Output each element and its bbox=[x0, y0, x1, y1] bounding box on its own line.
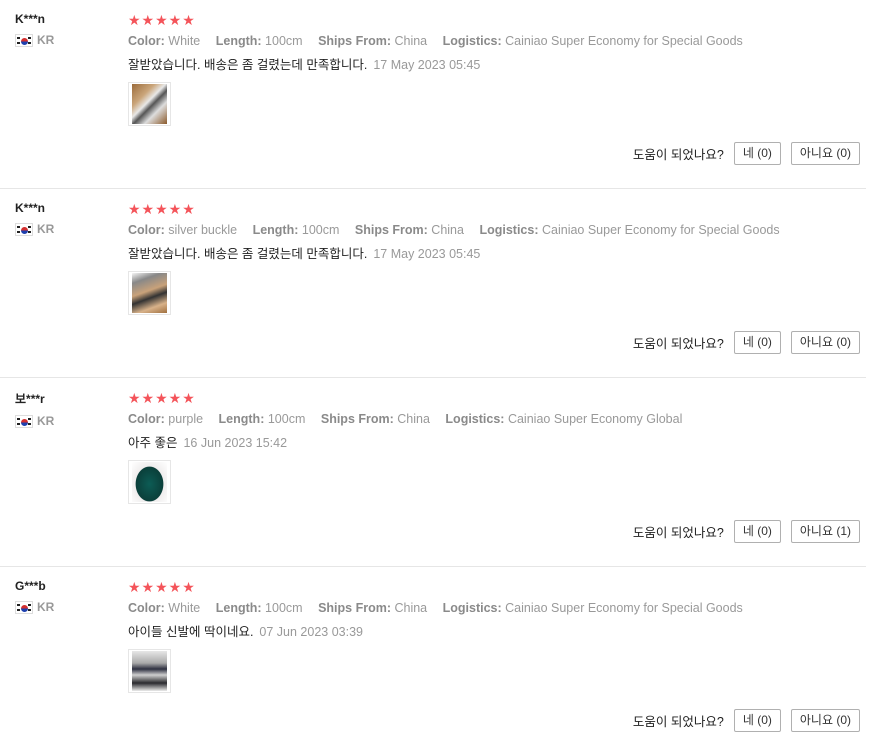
review-text: 아주 좋은 16 Jun 2023 15:42 bbox=[128, 432, 860, 451]
attr-length: Length: 100cm bbox=[215, 34, 303, 48]
review-content: ★★★★★ Color: purple Length: 100cm Ships … bbox=[128, 390, 860, 504]
review-date: 07 Jun 2023 03:39 bbox=[259, 625, 363, 639]
korea-flag-icon bbox=[15, 414, 33, 428]
helpful-section: 도움이 되었나요? 네 (0) 아니요 (0) bbox=[633, 331, 860, 354]
sku-attributes: Color: White Length: 100cm Ships From: C… bbox=[128, 601, 860, 615]
attr-ships-from: Ships From: China bbox=[318, 601, 428, 615]
review-body: 잘받았습니다. 배송은 좀 걸렸는데 만족합니다. bbox=[128, 247, 368, 261]
reviewer-country: KR bbox=[15, 600, 115, 614]
review-photo[interactable] bbox=[128, 460, 171, 504]
review-content: ★★★★★ Color: White Length: 100cm Ships F… bbox=[128, 12, 860, 126]
helpful-yes-button[interactable]: 네 (0) bbox=[733, 142, 781, 165]
review-item: K***n KR ★★★★★ Color: silver buckle Leng… bbox=[0, 189, 866, 378]
attr-logistics: Logistics: Cainiao Super Economy for Spe… bbox=[442, 601, 743, 615]
helpful-no-button[interactable]: 아니요 (0) bbox=[790, 709, 860, 732]
reviewer-name: K***n bbox=[15, 201, 46, 215]
country-code: KR bbox=[37, 600, 55, 614]
attr-logistics: Logistics: Cainiao Super Economy for Spe… bbox=[442, 34, 743, 48]
review-item: K***n KR ★★★★★ Color: White Length: 100c… bbox=[0, 0, 866, 189]
reviewer-name: K***n bbox=[15, 12, 46, 26]
review-user: 보***r KR bbox=[15, 390, 115, 428]
attr-length: Length: 100cm bbox=[252, 223, 340, 237]
korea-flag-icon bbox=[15, 222, 33, 236]
review-item: G***b KR ★★★★★ Color: White Length: 100c… bbox=[0, 567, 866, 756]
helpful-section: 도움이 되었나요? 네 (0) 아니요 (0) bbox=[633, 709, 860, 732]
review-body: 잘받았습니다. 배송은 좀 걸렸는데 만족합니다. bbox=[128, 58, 368, 72]
review-text: 아이들 신발에 딱이네요. 07 Jun 2023 03:39 bbox=[128, 621, 860, 640]
star-rating: ★★★★★ bbox=[128, 390, 196, 406]
review-date: 16 Jun 2023 15:42 bbox=[183, 436, 288, 450]
attr-color: Color: White bbox=[128, 34, 201, 48]
review-date: 17 May 2023 05:45 bbox=[373, 58, 481, 72]
helpful-yes-button[interactable]: 네 (0) bbox=[733, 520, 781, 543]
sku-attributes: Color: purple Length: 100cm Ships From: … bbox=[128, 412, 860, 426]
helpful-section: 도움이 되었나요? 네 (0) 아니요 (0) bbox=[633, 142, 860, 165]
sku-attributes: Color: silver buckle Length: 100cm Ships… bbox=[128, 223, 860, 237]
korea-flag-icon bbox=[15, 33, 33, 47]
review-body: 아이들 신발에 딱이네요. bbox=[128, 625, 254, 639]
korea-flag-icon bbox=[15, 600, 33, 614]
helpful-no-button[interactable]: 아니요 (0) bbox=[790, 142, 860, 165]
attr-logistics: Logistics: Cainiao Super Economy Global bbox=[445, 412, 683, 426]
reviewer-name: G***b bbox=[15, 579, 46, 593]
sku-attributes: Color: White Length: 100cm Ships From: C… bbox=[128, 34, 860, 48]
star-rating: ★★★★★ bbox=[128, 201, 196, 217]
helpful-question: 도움이 되었나요? bbox=[632, 715, 724, 729]
review-date: 17 May 2023 05:45 bbox=[373, 247, 481, 261]
review-item: 보***r KR ★★★★★ Color: purple Length: 100… bbox=[0, 378, 866, 567]
attr-color: Color: silver buckle bbox=[128, 223, 238, 237]
reviewer-country: KR bbox=[15, 222, 115, 236]
helpful-section: 도움이 되었나요? 네 (0) 아니요 (1) bbox=[633, 520, 860, 543]
review-text: 잘받았습니다. 배송은 좀 걸렸는데 만족합니다. 17 May 2023 05:… bbox=[128, 54, 860, 73]
reviewer-name: 보***r bbox=[15, 392, 45, 406]
review-text: 잘받았습니다. 배송은 좀 걸렸는데 만족합니다. 17 May 2023 05:… bbox=[128, 243, 860, 262]
helpful-yes-button[interactable]: 네 (0) bbox=[733, 709, 781, 732]
review-photo[interactable] bbox=[128, 649, 171, 693]
country-code: KR bbox=[37, 222, 55, 236]
helpful-yes-button[interactable]: 네 (0) bbox=[733, 331, 781, 354]
review-user: K***n KR bbox=[15, 201, 115, 236]
helpful-question: 도움이 되었나요? bbox=[632, 148, 724, 162]
helpful-no-button[interactable]: 아니요 (0) bbox=[790, 331, 860, 354]
helpful-question: 도움이 되었나요? bbox=[632, 337, 724, 351]
star-rating: ★★★★★ bbox=[128, 579, 196, 595]
attr-color: Color: purple bbox=[128, 412, 204, 426]
reviewer-country: KR bbox=[15, 414, 115, 428]
country-code: KR bbox=[37, 414, 55, 428]
helpful-no-button[interactable]: 아니요 (1) bbox=[790, 520, 860, 543]
star-rating: ★★★★★ bbox=[128, 12, 196, 28]
review-content: ★★★★★ Color: silver buckle Length: 100cm… bbox=[128, 201, 860, 315]
attr-color: Color: White bbox=[128, 601, 201, 615]
attr-length: Length: 100cm bbox=[215, 601, 303, 615]
review-photo[interactable] bbox=[128, 271, 171, 315]
review-photo[interactable] bbox=[128, 82, 171, 126]
review-list: K***n KR ★★★★★ Color: White Length: 100c… bbox=[0, 0, 869, 756]
review-user: K***n KR bbox=[15, 12, 115, 47]
attr-logistics: Logistics: Cainiao Super Economy for Spe… bbox=[479, 223, 780, 237]
attr-ships-from: Ships From: China bbox=[318, 34, 428, 48]
attr-ships-from: Ships From: China bbox=[354, 223, 464, 237]
reviewer-country: KR bbox=[15, 33, 115, 47]
helpful-question: 도움이 되었나요? bbox=[632, 526, 724, 540]
attr-ships-from: Ships From: China bbox=[320, 412, 430, 426]
review-content: ★★★★★ Color: White Length: 100cm Ships F… bbox=[128, 579, 860, 693]
review-user: G***b KR bbox=[15, 579, 115, 614]
country-code: KR bbox=[37, 33, 55, 47]
attr-length: Length: 100cm bbox=[218, 412, 306, 426]
review-body: 아주 좋은 bbox=[128, 436, 178, 450]
